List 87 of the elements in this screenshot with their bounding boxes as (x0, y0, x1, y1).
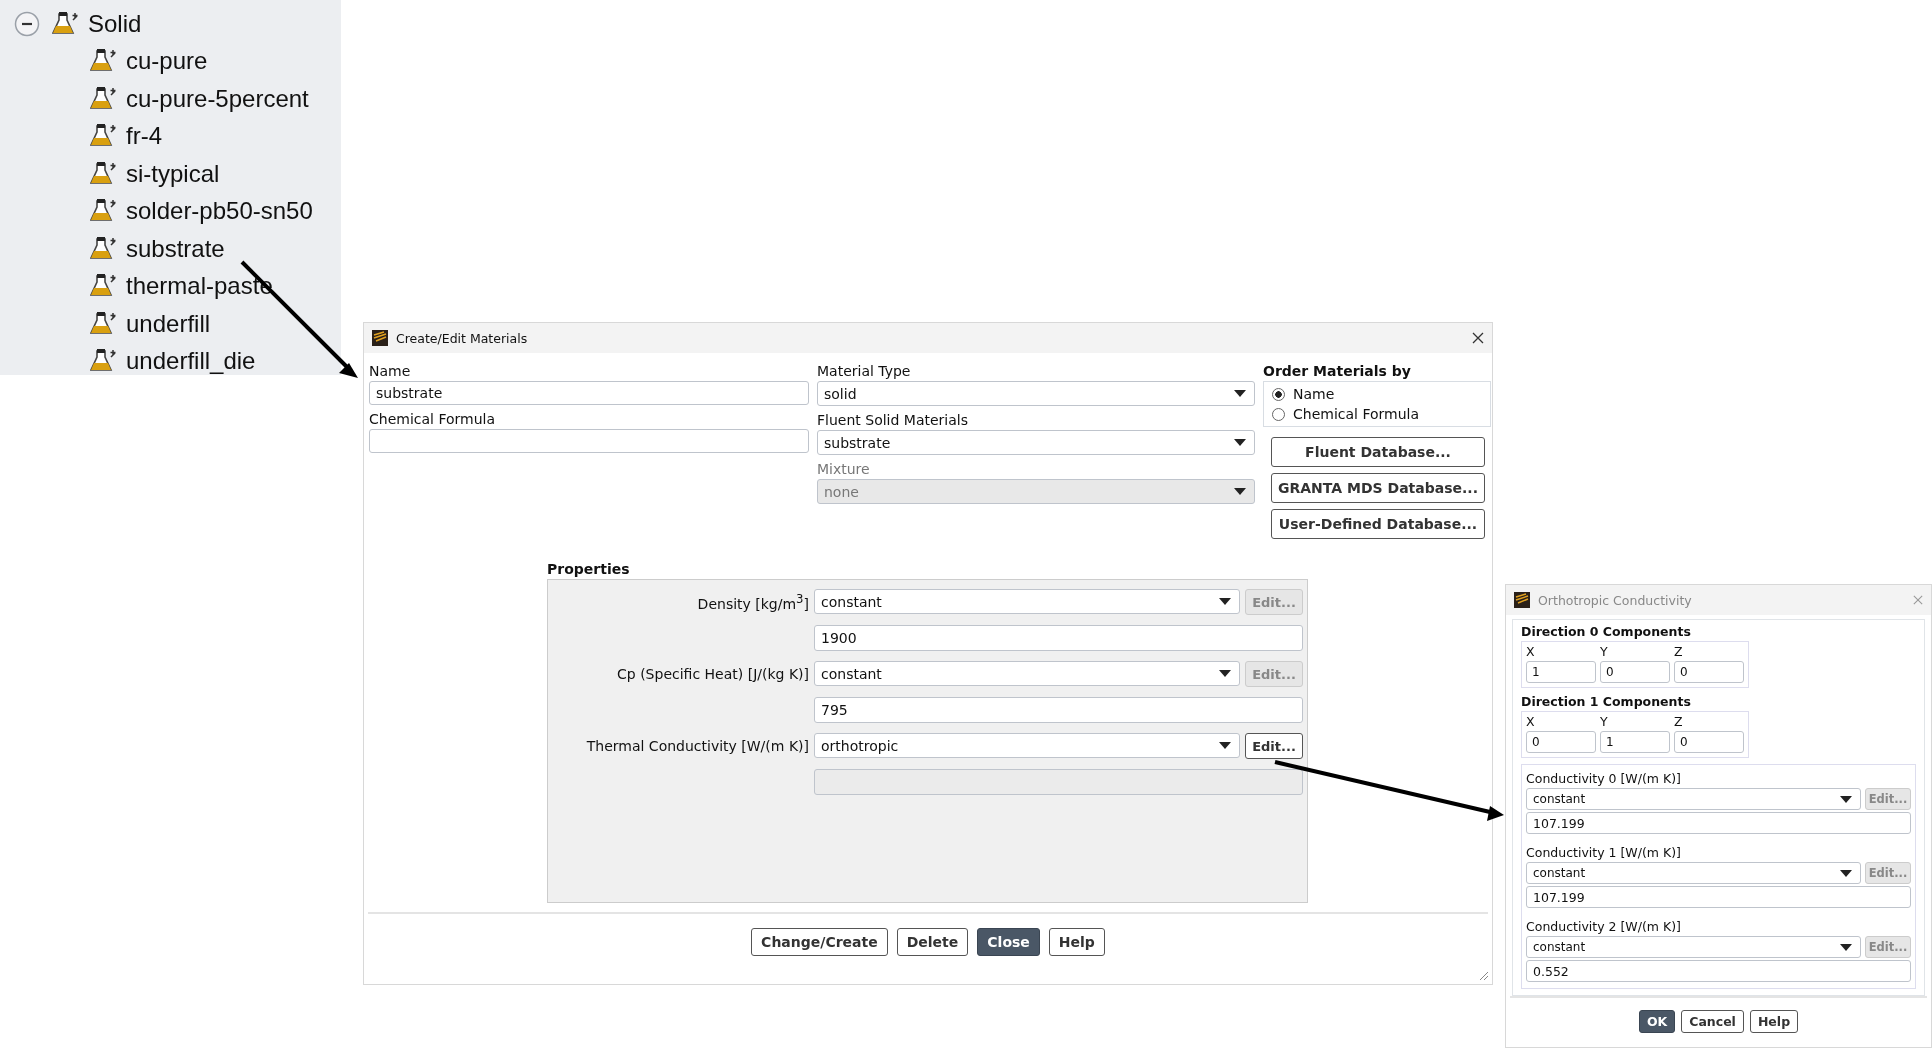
app-icon (1514, 592, 1530, 608)
input-field[interactable]: 0.552 (1526, 960, 1911, 982)
resize-grip-icon[interactable] (1479, 971, 1489, 981)
dropdown[interactable]: substrate (817, 430, 1255, 455)
caret-icon (1840, 869, 1852, 877)
caret-icon (1219, 670, 1231, 677)
axis-label: Z (1674, 644, 1684, 659)
tree-item[interactable]: underfill_die (126, 347, 256, 376)
input-field[interactable]: substrate (369, 381, 809, 405)
axis-label: Y (1600, 714, 1609, 729)
property-label: Conductivity 1 [W/(m K)] (1526, 845, 1682, 860)
window-title: Orthotropic Conductivity (1538, 592, 1693, 608)
input-field[interactable]: 795 (814, 697, 1303, 723)
tree-item[interactable]: solder-pb50-sn50 (126, 197, 313, 226)
flask-icon (90, 310, 118, 337)
input-field[interactable]: 107.199 (1526, 886, 1911, 908)
app-icon (372, 330, 388, 346)
input-field[interactable] (369, 429, 809, 453)
dialog-button[interactable]: Help (1048, 928, 1105, 956)
database-button[interactable]: User-Defined Database... (1271, 509, 1485, 539)
radio-label: Name (1293, 386, 1335, 402)
dropdown[interactable]: constant (1526, 788, 1861, 810)
tree-item[interactable]: fr-4 (126, 122, 162, 151)
window-title: Create/Edit Materials (396, 330, 529, 346)
input-field[interactable]: 1900 (814, 625, 1303, 651)
flask-icon (90, 160, 118, 187)
field-label: Material Type (817, 363, 912, 379)
dialog-button[interactable]: Cancel (1681, 1010, 1744, 1033)
database-button[interactable]: GRANTA MDS Database... (1271, 473, 1485, 503)
axis-label: X (1526, 714, 1536, 729)
caret-icon (1840, 943, 1852, 951)
dialog-button[interactable]: Change/Create (751, 928, 888, 956)
tree-item[interactable]: cu-pure-5percent (126, 84, 309, 113)
input-field[interactable]: 0 (1674, 661, 1744, 683)
input-field[interactable]: 107.199 (1526, 812, 1911, 834)
input-field[interactable]: 0 (1600, 661, 1670, 683)
axis-label: Z (1674, 714, 1684, 729)
dropdown[interactable]: constant (814, 661, 1240, 686)
dropdown[interactable]: constant (814, 589, 1240, 614)
group-title: Order Materials by (1263, 363, 1412, 379)
property-label: Thermal Conductivity [W/(m K)] (585, 738, 809, 754)
group-title: Direction 0 Components (1521, 624, 1692, 639)
property-label: Conductivity 2 [W/(m K)] (1526, 919, 1682, 934)
field-label: Name (369, 363, 412, 379)
input-field[interactable]: 0 (1674, 731, 1744, 753)
flask-icon (90, 235, 118, 262)
field-label: Mixture (817, 461, 871, 477)
property-label: Cp (Specific Heat) [J/(kg K)] (616, 666, 809, 682)
dropdown[interactable]: orthotropic (814, 733, 1240, 758)
collapse-icon[interactable] (14, 10, 40, 37)
caret-icon (1234, 390, 1246, 397)
dialog-button[interactable]: Help (1749, 1010, 1799, 1033)
input-field[interactable]: 1 (1600, 731, 1670, 753)
close-icon[interactable] (1472, 332, 1484, 344)
axis-label: Y (1600, 644, 1609, 659)
property-label: Conductivity 0 [W/(m K)] (1526, 771, 1682, 786)
dropdown[interactable]: constant (1526, 936, 1861, 958)
radio-label: Chemical Formula (1293, 406, 1419, 422)
caret-icon (1234, 488, 1246, 495)
property-label: Density [kg/m$^{3}$] (696, 592, 809, 612)
caret-icon (1219, 742, 1231, 749)
dropdown[interactable]: constant (1526, 862, 1861, 884)
database-button[interactable]: Fluent Database... (1271, 437, 1485, 467)
radio-button[interactable] (1272, 387, 1285, 401)
tree-item[interactable]: cu-pure (126, 47, 208, 76)
tree-item[interactable]: si-typical (126, 159, 220, 188)
section-title: Properties (547, 561, 631, 577)
radio-button[interactable] (1272, 407, 1285, 421)
dialog-button[interactable]: OK (1638, 1010, 1676, 1033)
axis-label: X (1526, 644, 1536, 659)
tree-item[interactable]: Solid (88, 9, 142, 38)
dropdown[interactable]: solid (817, 381, 1255, 406)
tree-item[interactable]: substrate (126, 234, 225, 263)
caret-icon (1840, 795, 1852, 803)
flask-icon (52, 10, 80, 37)
input-field[interactable]: 1 (1526, 661, 1596, 683)
flask-icon (90, 85, 118, 112)
dialog-button[interactable]: Delete (896, 928, 969, 956)
edit-button[interactable]: Edit... (1245, 733, 1303, 759)
caret-icon (1219, 598, 1231, 605)
field-label: Chemical Formula (369, 411, 496, 427)
field-label: Fluent Solid Materials (817, 412, 969, 428)
dialog-button[interactable]: Close (977, 928, 1040, 956)
caret-icon (1234, 439, 1246, 446)
input-field[interactable]: 0 (1526, 731, 1596, 753)
group-title: Direction 1 Components (1521, 694, 1692, 709)
tree-item[interactable]: underfill (126, 309, 211, 338)
